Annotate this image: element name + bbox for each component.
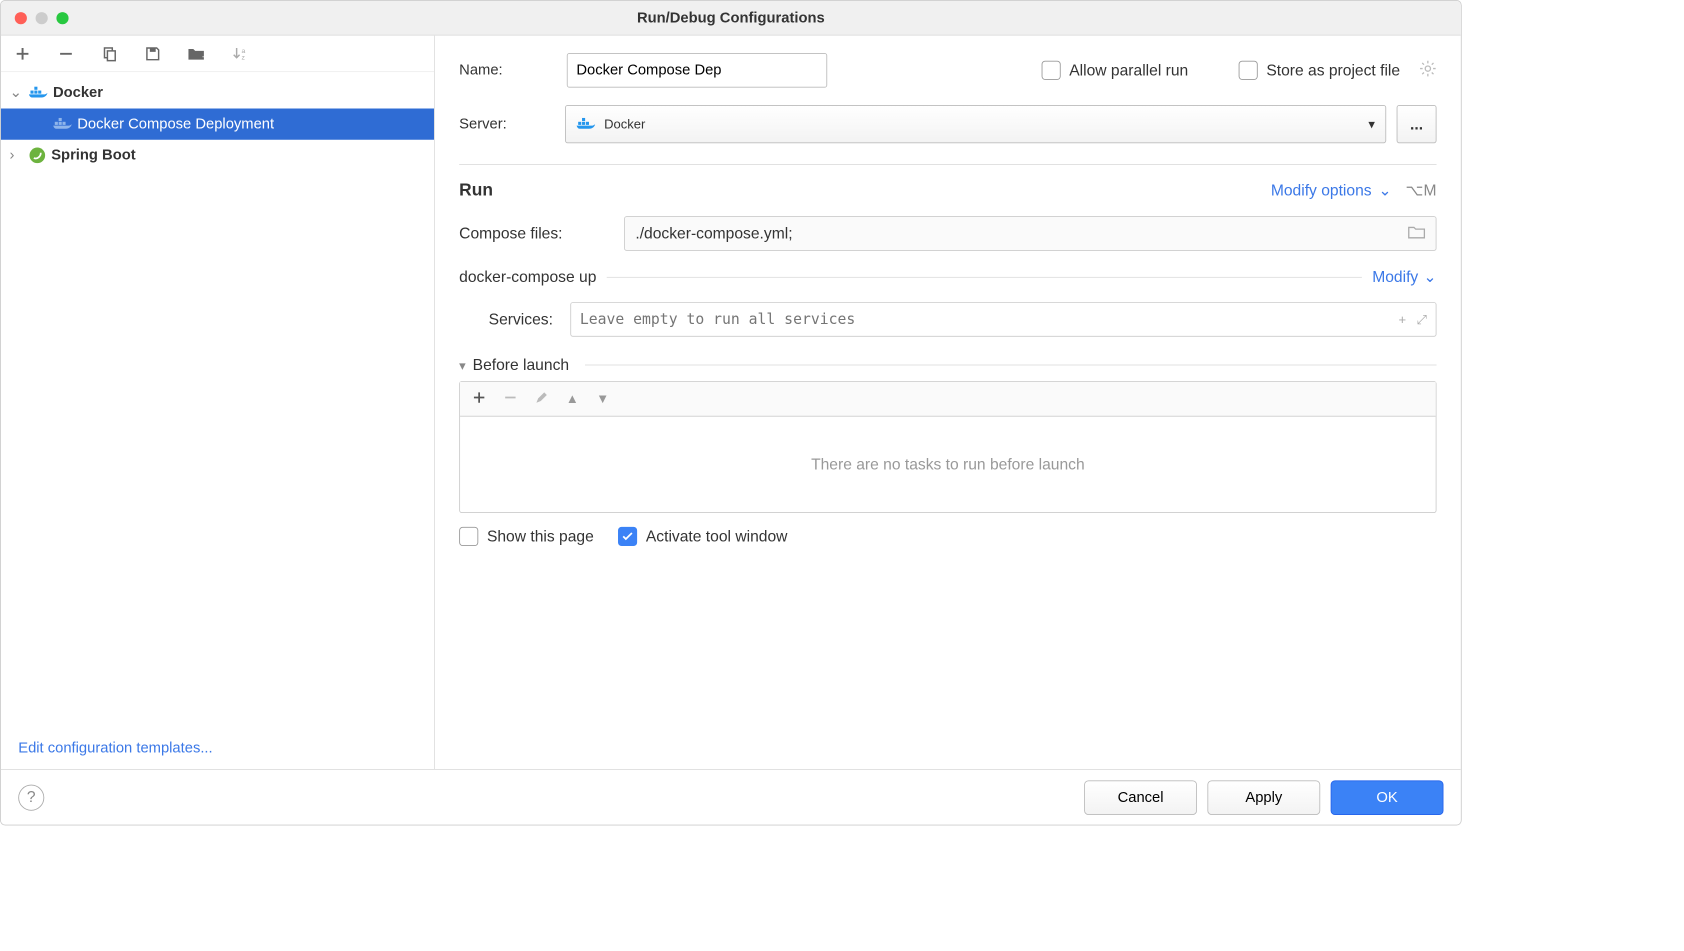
shortcut-label: ⌥M [1406,181,1437,199]
store-project-checkbox[interactable]: Store as project file [1239,61,1401,80]
main-panel: Name: Allow parallel run Store as projec… [435,36,1461,769]
checkbox-icon [1239,61,1258,80]
name-input[interactable] [567,53,827,88]
save-config-button[interactable] [141,42,164,65]
checkbox-label: Allow parallel run [1069,61,1188,79]
window-title: Run/Debug Configurations [637,9,825,26]
server-browse-button[interactable]: ... [1397,105,1437,143]
edit-task-button[interactable] [535,390,549,407]
allow-parallel-checkbox[interactable]: Allow parallel run [1041,61,1188,80]
edit-templates-link[interactable]: Edit configuration templates... [18,740,212,756]
server-label: Server: [459,115,554,132]
spring-icon [29,147,46,164]
plus-icon[interactable]: + [1399,312,1407,327]
chevron-down-icon[interactable]: ▾ [459,357,466,373]
footer: ? Cancel Apply OK [1,769,1461,825]
tree-label: Spring Boot [51,147,135,164]
before-launch-header: ▾ Before launch [459,356,1436,374]
minimize-button[interactable] [36,12,48,24]
body: + az ⌄ Docker Docker Compose Deployment … [1,36,1461,769]
maximize-button[interactable] [56,12,68,24]
services-input[interactable] [580,311,1399,328]
docker-icon [29,86,48,100]
checkbox-label: Show this page [487,527,594,545]
modify-link[interactable]: Modify ⌄ [1372,268,1436,286]
compose-files-label: Compose files: [459,224,607,242]
activate-tool-checkbox[interactable]: Activate tool window [618,527,787,546]
bottom-checks: Show this page Activate tool window [459,527,1436,546]
sidebar-footer: Edit configuration templates... [1,727,434,769]
help-button[interactable]: ? [18,784,44,810]
compose-files-value: ./docker-compose.yml; [635,224,792,242]
apply-button[interactable]: Apply [1207,780,1320,815]
titlebar: Run/Debug Configurations [1,1,1461,36]
tree-node-docker-compose[interactable]: Docker Compose Deployment [1,109,434,140]
close-button[interactable] [15,12,27,24]
checkbox-label: Activate tool window [646,527,788,545]
folder-config-button[interactable]: + [185,42,208,65]
tree-label: Docker Compose Deployment [77,115,274,132]
chevron-down-icon: ⌄ [10,84,24,101]
chevron-down-icon: ⌄ [1423,268,1436,286]
tasks-empty-text: There are no tasks to run before launch [460,417,1436,512]
server-select[interactable]: Docker ▾ [565,105,1386,143]
tasks-box: ▲ ▼ There are no tasks to run before lau… [459,381,1436,513]
run-header: Run [459,181,493,201]
svg-text:z: z [242,54,246,61]
add-config-button[interactable] [11,42,34,65]
run-debug-dialog: Run/Debug Configurations + az ⌄ Docker [0,0,1462,825]
checkbox-icon [459,527,478,546]
remove-config-button[interactable] [55,42,78,65]
docker-up-label: docker-compose up [459,268,596,286]
chevron-right-icon: › [10,147,24,164]
name-label: Name: [459,62,554,79]
traffic-lights [1,12,69,24]
tree-label: Docker [53,84,103,101]
move-up-button[interactable]: ▲ [566,391,579,406]
add-task-button[interactable] [472,390,486,407]
sidebar: + az ⌄ Docker Docker Compose Deployment … [1,36,435,769]
server-row: Server: Docker ▾ ... [459,105,1436,143]
footer-buttons: Cancel Apply OK [1084,780,1443,815]
gear-icon[interactable] [1419,60,1436,81]
checkbox-icon [618,527,637,546]
docker-icon [53,117,72,131]
sort-config-button[interactable]: az [228,42,251,65]
cancel-button[interactable]: Cancel [1084,780,1197,815]
checkbox-label: Store as project file [1266,61,1400,79]
modify-options-link[interactable]: Modify options ⌄ [1271,181,1392,199]
name-row: Name: Allow parallel run Store as projec… [459,53,1436,88]
chevron-down-icon: ⌄ [1379,181,1392,199]
expand-icon[interactable]: ⤢ [1417,312,1427,327]
divider [459,164,1436,165]
server-value: Docker [604,117,645,132]
copy-config-button[interactable] [98,42,121,65]
tree-node-spring[interactable]: › Spring Boot [1,140,434,171]
ok-button[interactable]: OK [1331,780,1444,815]
before-launch-label: Before launch [473,356,569,374]
run-section-header: Run Modify options ⌄ ⌥M [459,181,1436,201]
config-tree: ⌄ Docker Docker Compose Deployment › Spr… [1,72,434,727]
docker-icon [576,117,595,131]
tasks-toolbar: ▲ ▼ [460,382,1436,417]
checkbox-icon [1041,61,1060,80]
remove-task-button[interactable] [503,390,517,407]
svg-text:+: + [202,51,205,61]
docker-up-subsection: docker-compose up Modify ⌄ [459,268,1436,286]
divider [585,365,1437,366]
services-row: Services: + ⤢ [459,302,1436,337]
show-page-checkbox[interactable]: Show this page [459,527,594,546]
tree-node-docker[interactable]: ⌄ Docker [1,77,434,108]
folder-icon[interactable] [1408,224,1425,242]
compose-files-row: Compose files: ./docker-compose.yml; [459,216,1436,251]
chevron-down-icon: ▾ [1368,116,1375,132]
divider [607,277,1362,278]
services-label: Services: [489,310,553,328]
services-input-wrap: + ⤢ [570,302,1436,337]
move-down-button[interactable]: ▼ [596,391,609,406]
sidebar-toolbar: + az [1,36,434,72]
compose-files-input[interactable]: ./docker-compose.yml; [624,216,1436,251]
